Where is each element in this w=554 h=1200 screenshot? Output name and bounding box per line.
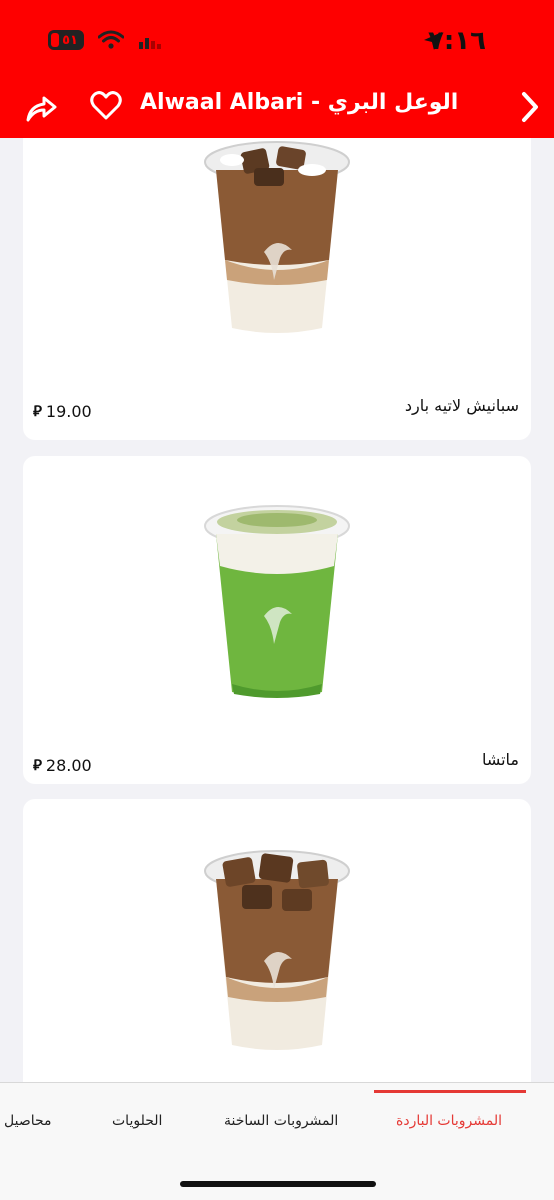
saudi-riyal-icon: ⃁ [33, 756, 42, 774]
product-card[interactable]: سبانيش لاتيه بارد ⃁ 19.00 [23, 138, 531, 440]
price-value: 28.00 [45, 756, 92, 775]
share-icon[interactable] [24, 90, 58, 124]
product-name: سبانيش لاتيه بارد [404, 396, 519, 415]
drink-image [204, 850, 350, 1050]
price-value: 19.00 [45, 402, 92, 421]
tab-desserts[interactable]: الحلويات [112, 1113, 162, 1129]
battery-icon: ٥١ [48, 30, 84, 50]
active-tab-indicator [374, 1090, 526, 1093]
tab-cold-drinks[interactable]: المشروبات الباردة [396, 1113, 502, 1129]
product-list: سبانيش لاتيه بارد ⃁ 19.00 ماتشا ⃁ 28.00 [0, 138, 554, 1082]
app-header: ٥١ ٧:١٦ Alwaal Albari - الوعل البري [0, 0, 554, 138]
navigation-bar: Alwaal Albari - الوعل البري [0, 84, 554, 132]
home-indicator[interactable] [180, 1181, 376, 1187]
tab-hot-drinks[interactable]: المشروبات الساخنة [224, 1113, 338, 1129]
status-time: ٧:١٦ [427, 26, 486, 56]
wifi-icon [98, 30, 124, 49]
cellular-icon [139, 38, 161, 49]
status-bar: ٥١ ٧:١٦ [0, 24, 554, 60]
product-card[interactable]: ماتشا ⃁ 28.00 [23, 456, 531, 784]
product-name: ماتشا [481, 750, 519, 769]
heart-icon[interactable] [90, 90, 122, 122]
drink-image [204, 141, 350, 333]
page-title: Alwaal Albari - الوعل البري [140, 90, 459, 115]
category-tab-bar: المشروبات الباردة المشروبات الساخنة الحل… [0, 1082, 554, 1200]
product-card[interactable] [23, 799, 531, 1082]
battery-level: ٥١ [62, 32, 78, 48]
tab-crops[interactable]: محاصيل [4, 1113, 52, 1129]
saudi-riyal-icon: ⃁ [33, 402, 42, 420]
product-price: ⃁ 28.00 [33, 756, 92, 775]
status-icons: ٥١ [48, 30, 164, 50]
product-price: ⃁ 19.00 [33, 402, 92, 421]
drink-image [204, 505, 350, 698]
chevron-right-icon[interactable] [516, 90, 544, 124]
